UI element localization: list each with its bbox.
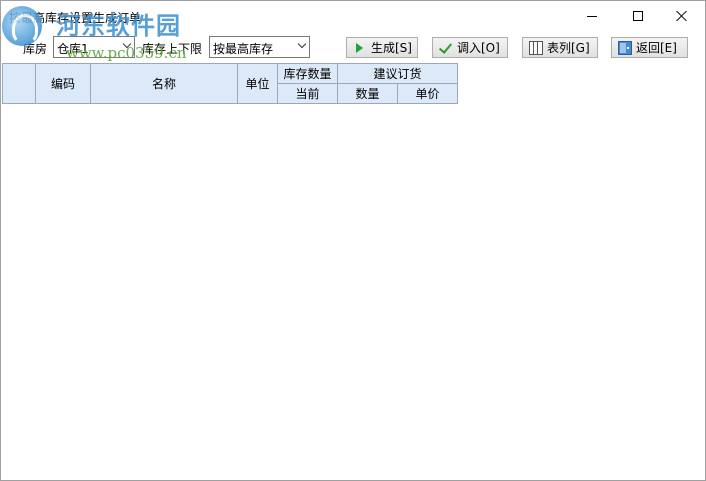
door-exit-icon — [618, 40, 632, 55]
return-button[interactable]: 返回[E] — [611, 37, 688, 58]
column-header-price[interactable]: 单价 — [397, 83, 458, 104]
warehouse-label: 库房 — [23, 42, 48, 56]
title-bar[interactable]: 按最高库存设置生成订单 — [1, 1, 705, 31]
app-window: 按最高库存设置生成订单 库房 仓库1 库存上下限 按最高库存 生成[S] 调入[… — [0, 0, 706, 481]
close-button[interactable] — [659, 1, 705, 31]
close-icon — [676, 10, 688, 22]
check-icon — [439, 41, 453, 55]
toolbar: 库房 仓库1 库存上下限 按最高库存 生成[S] 调入[O] 表列[G] 返回[… — [1, 32, 705, 62]
column-header-order-qty[interactable]: 数量 — [337, 83, 398, 104]
columns-button[interactable]: 表列[G] — [522, 37, 598, 58]
maximize-icon — [633, 11, 643, 21]
chevron-down-icon — [298, 42, 306, 50]
window-title: 按最高库存设置生成订单 — [9, 11, 142, 25]
maximize-button[interactable] — [615, 1, 661, 31]
minimize-icon — [587, 15, 597, 17]
row-indicator-header[interactable] — [2, 63, 36, 104]
column-header-unit[interactable]: 单位 — [237, 63, 278, 104]
generate-button[interactable]: 生成[S] — [346, 37, 418, 58]
stock-limit-select-value: 按最高库存 — [213, 42, 274, 56]
stock-limit-label: 库存上下限 — [142, 42, 203, 56]
minimize-button[interactable] — [569, 1, 615, 31]
column-header-stock-qty[interactable]: 库存数量 — [277, 63, 338, 84]
play-icon — [353, 41, 367, 55]
import-button-label: 调入[O] — [457, 41, 500, 55]
return-button-label: 返回[E] — [636, 41, 677, 55]
order-grid[interactable]: 编码 名称 单位 库存数量 建议订货 当前 数量 单价 — [2, 63, 705, 480]
import-button[interactable]: 调入[O] — [432, 37, 508, 58]
order-grid-table: 编码 名称 单位 库存数量 建议订货 当前 数量 单价 — [2, 63, 458, 104]
stock-limit-select[interactable]: 按最高库存 — [209, 36, 310, 58]
columns-button-label: 表列[G] — [547, 41, 590, 55]
warehouse-select[interactable]: 仓库1 — [53, 36, 135, 58]
columns-icon — [529, 40, 543, 55]
generate-button-label: 生成[S] — [371, 41, 412, 55]
warehouse-select-value: 仓库1 — [57, 42, 89, 56]
column-header-code[interactable]: 编码 — [35, 63, 91, 104]
chevron-down-icon — [123, 42, 131, 50]
column-group-suggest-order[interactable]: 建议订货 — [337, 63, 458, 84]
column-header-name[interactable]: 名称 — [90, 63, 238, 104]
column-header-current[interactable]: 当前 — [277, 83, 338, 104]
